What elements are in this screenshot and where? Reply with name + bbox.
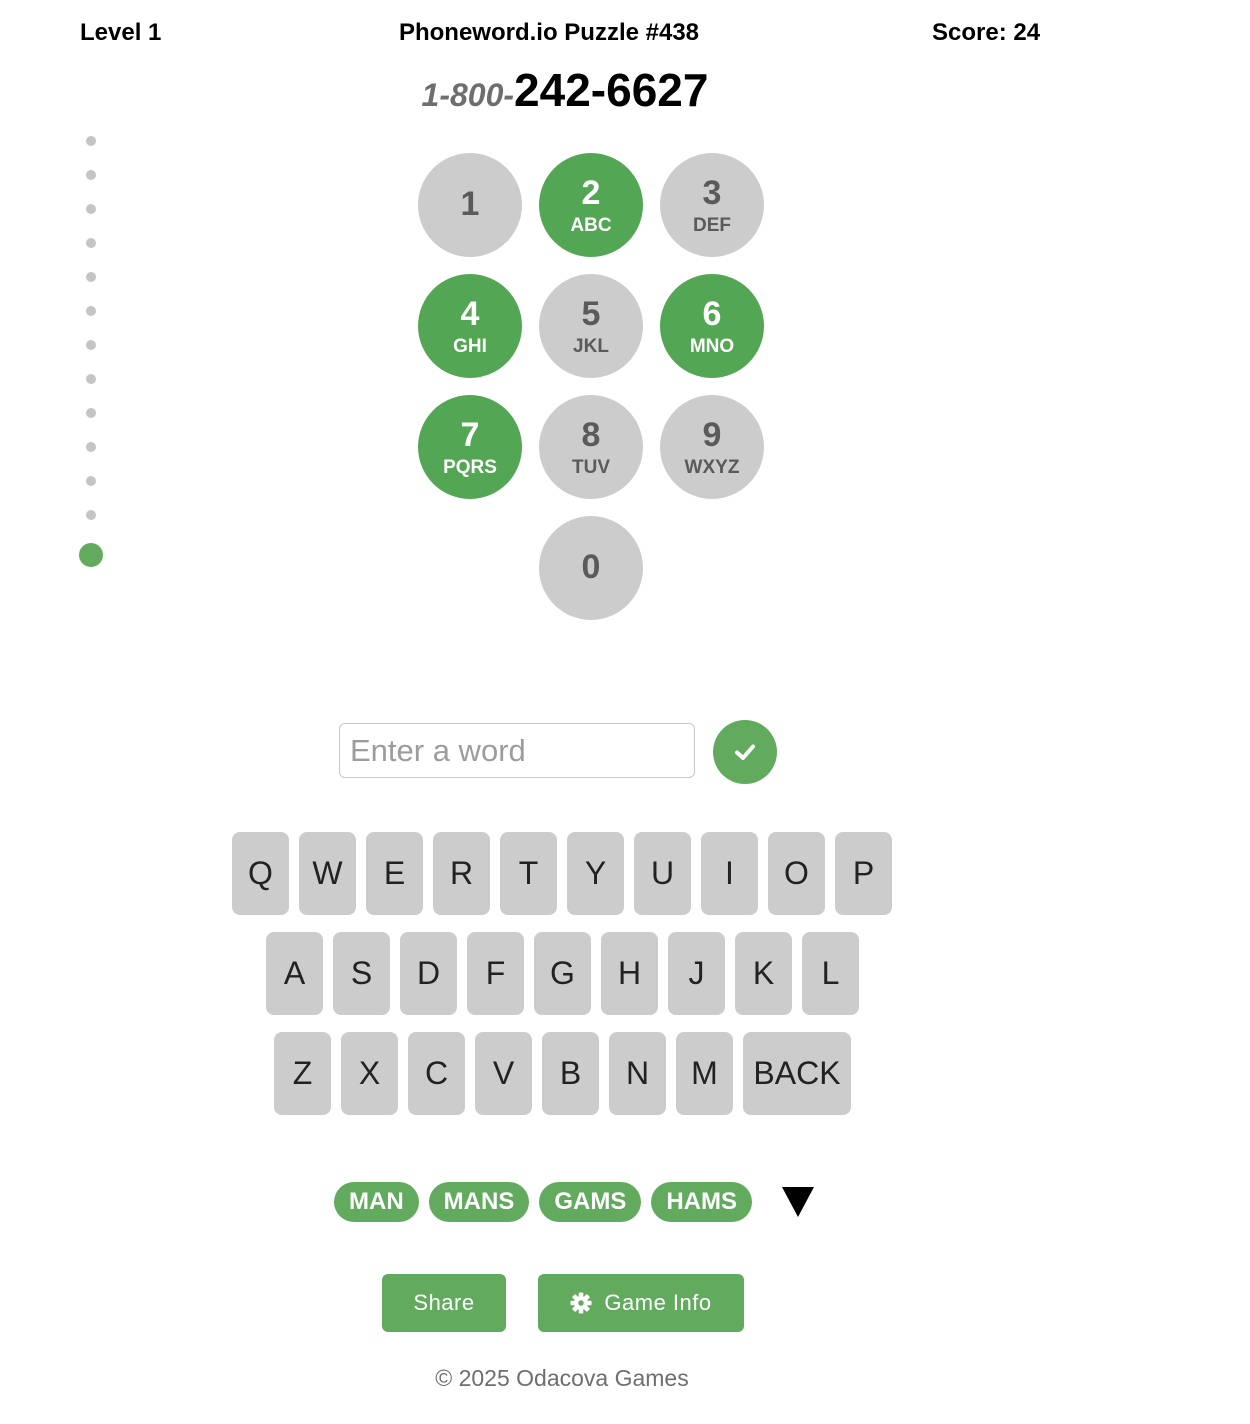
word-input[interactable] bbox=[339, 723, 695, 778]
found-word-chip[interactable]: MAN bbox=[334, 1182, 419, 1222]
keypad-key-0[interactable]: 0 bbox=[539, 516, 643, 620]
key-x[interactable]: X bbox=[341, 1032, 398, 1115]
found-words: MAN MANS GAMS HAMS bbox=[334, 1182, 814, 1222]
key-m[interactable]: M bbox=[676, 1032, 733, 1115]
keypad-letters: DEF bbox=[693, 215, 731, 236]
key-w[interactable]: W bbox=[299, 832, 356, 915]
key-u[interactable]: U bbox=[634, 832, 691, 915]
key-i[interactable]: I bbox=[701, 832, 758, 915]
game-info-button-label: Game Info bbox=[604, 1290, 712, 1315]
progress-dot bbox=[86, 204, 96, 214]
key-j[interactable]: J bbox=[668, 932, 725, 1015]
keyboard-row: ASDFGHJKL bbox=[266, 932, 859, 1015]
phone-digits: 242-6627 bbox=[514, 64, 709, 116]
progress-dot bbox=[86, 442, 96, 452]
keyboard-row: Z X C V B N M BACK bbox=[274, 1032, 851, 1115]
key-s[interactable]: S bbox=[333, 932, 390, 1015]
keypad-letters: JKL bbox=[573, 336, 609, 357]
keypad-letters: WXYZ bbox=[684, 457, 740, 478]
keypad-letters: PQRS bbox=[443, 457, 497, 478]
key-f[interactable]: F bbox=[467, 932, 524, 1015]
progress-dot bbox=[86, 476, 96, 486]
keypad-digit: 5 bbox=[581, 295, 601, 333]
phone-prefix: 1-800- bbox=[421, 77, 515, 113]
keypad-digit: 4 bbox=[460, 295, 480, 333]
triangle-down-icon[interactable] bbox=[782, 1187, 814, 1217]
progress-dot bbox=[86, 510, 96, 520]
key-y[interactable]: Y bbox=[567, 832, 624, 915]
keypad-digit: 8 bbox=[581, 416, 601, 454]
keypad-digit: 1 bbox=[460, 185, 480, 223]
key-o[interactable]: O bbox=[768, 832, 825, 915]
keypad-key-8[interactable]: 8 TUV bbox=[539, 395, 643, 499]
key-r[interactable]: R bbox=[433, 832, 490, 915]
key-n[interactable]: N bbox=[609, 1032, 666, 1115]
keypad-key-5[interactable]: 5 JKL bbox=[539, 274, 643, 378]
progress-dot bbox=[86, 238, 96, 248]
progress-dot bbox=[86, 306, 96, 316]
backspace-key[interactable]: BACK bbox=[743, 1032, 851, 1115]
check-icon bbox=[735, 744, 755, 760]
progress-dot bbox=[86, 374, 96, 384]
keypad-letters: TUV bbox=[572, 457, 610, 478]
keypad-key-2[interactable]: 2 ABC bbox=[539, 153, 643, 257]
phone-number: 1-800-242-6627 bbox=[0, 62, 1130, 130]
found-word-chip[interactable]: MANS bbox=[428, 1182, 530, 1222]
key-q[interactable]: Q bbox=[232, 832, 289, 915]
key-h[interactable]: H bbox=[601, 932, 658, 1015]
keypad-letters: ABC bbox=[570, 215, 612, 236]
keypad-digit: 0 bbox=[581, 548, 601, 586]
submit-button[interactable] bbox=[713, 720, 777, 784]
key-a[interactable]: A bbox=[266, 932, 323, 1015]
keypad-digit: 3 bbox=[702, 174, 722, 212]
keyboard-row: QWERTYUIOP bbox=[232, 832, 892, 915]
key-p[interactable]: P bbox=[835, 832, 892, 915]
found-word-chip[interactable]: GAMS bbox=[539, 1182, 642, 1222]
keypad-digit: 2 bbox=[581, 174, 601, 212]
key-l[interactable]: L bbox=[802, 932, 859, 1015]
key-b[interactable]: B bbox=[542, 1032, 599, 1115]
gear-icon bbox=[570, 1292, 592, 1314]
key-t[interactable]: T bbox=[500, 832, 557, 915]
keypad-digit: 9 bbox=[702, 416, 722, 454]
found-word-chip[interactable]: HAMS bbox=[651, 1182, 752, 1222]
key-g[interactable]: G bbox=[534, 932, 591, 1015]
share-button-label: Share bbox=[413, 1290, 475, 1315]
key-k[interactable]: K bbox=[735, 932, 792, 1015]
copyright-footer: © 2025 Odacova Games bbox=[435, 1365, 689, 1391]
keypad-key-7[interactable]: 7 PQRS bbox=[418, 395, 522, 499]
key-e[interactable]: E bbox=[366, 832, 423, 915]
progress-dot bbox=[86, 408, 96, 418]
progress-dot bbox=[86, 136, 96, 146]
progress-dot bbox=[86, 340, 96, 350]
keypad-key-3[interactable]: 3 DEF bbox=[660, 153, 764, 257]
keypad-letters: MNO bbox=[689, 336, 735, 357]
key-v[interactable]: V bbox=[475, 1032, 532, 1115]
key-d[interactable]: D bbox=[400, 932, 457, 1015]
keypad-key-6[interactable]: 6 MNO bbox=[660, 274, 764, 378]
share-button[interactable]: Share bbox=[382, 1274, 506, 1332]
keypad-digit: 6 bbox=[702, 295, 722, 333]
key-z[interactable]: Z bbox=[274, 1032, 331, 1115]
progress-dot bbox=[86, 272, 96, 282]
keypad-key-4[interactable]: 4 GHI bbox=[418, 274, 522, 378]
keypad-digit: 7 bbox=[460, 416, 480, 454]
progress-dot bbox=[86, 170, 96, 180]
progress-dot-current bbox=[79, 543, 103, 567]
keypad-key-1[interactable]: 1 bbox=[418, 153, 522, 257]
keypad-letters: GHI bbox=[453, 336, 487, 357]
game-info-button[interactable]: Game Info bbox=[538, 1274, 744, 1332]
key-c[interactable]: C bbox=[408, 1032, 465, 1115]
keypad-key-9[interactable]: 9 WXYZ bbox=[660, 395, 764, 499]
score-label: Score: 24 bbox=[932, 19, 1041, 46]
